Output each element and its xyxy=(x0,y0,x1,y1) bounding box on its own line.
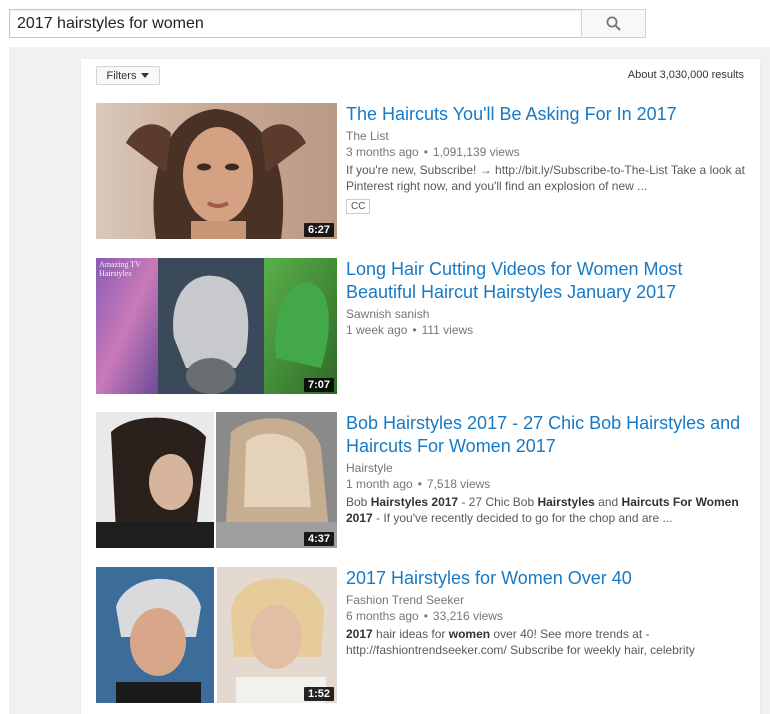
result-item: 1:52 2017 Hairstyles for Women Over 40 F… xyxy=(96,567,756,703)
video-meta: 1 month ago • 7,518 views xyxy=(346,477,491,491)
result-item: Amazing TV Hairstyles 7:07 Long Hair Cut… xyxy=(96,258,756,394)
channel-name[interactable]: Sawnish sanish xyxy=(346,307,756,322)
video-duration: 7:07 xyxy=(303,378,334,392)
upload-age: 3 months ago xyxy=(346,145,419,159)
result-item: 4:37 Bob Hairstyles 2017 - 27 Chic Bob H… xyxy=(96,412,756,548)
search-bar xyxy=(9,9,646,38)
video-title[interactable]: Long Hair Cutting Videos for Women Most … xyxy=(346,258,756,304)
video-thumbnail[interactable]: 4:37 xyxy=(96,412,337,548)
search-input[interactable] xyxy=(9,9,581,38)
video-duration: 6:27 xyxy=(303,223,334,237)
filters-button[interactable]: Filters xyxy=(96,66,160,85)
thumbnail-watermark: Amazing TV Hairstyles xyxy=(99,260,141,278)
view-count: 111 views xyxy=(421,323,474,337)
video-duration: 1:52 xyxy=(303,687,334,701)
view-count: 7,518 views xyxy=(426,477,491,491)
video-title[interactable]: 2017 Hairstyles for Women Over 40 xyxy=(346,567,756,590)
filters-label: Filters xyxy=(106,69,137,82)
view-count: 1,091,139 views xyxy=(432,145,520,159)
video-thumbnail[interactable]: 1:52 xyxy=(96,567,337,703)
upload-age: 1 week ago xyxy=(346,323,408,337)
channel-name[interactable]: Fashion Trend Seeker xyxy=(346,593,756,608)
caret-down-icon xyxy=(141,73,150,78)
result-item: 6:27 The Haircuts You'll Be Asking For I… xyxy=(96,103,756,239)
search-button[interactable] xyxy=(581,9,646,38)
video-description: Bob Hairstyles 2017 - 27 Chic Bob Hairst… xyxy=(346,495,739,525)
video-description: If you're new, Subscribe! → http://bit.l… xyxy=(346,163,745,193)
video-thumbnail[interactable]: 6:27 xyxy=(96,103,337,239)
video-description: 2017 hair ideas for women over 40! See m… xyxy=(346,627,695,657)
video-title[interactable]: The Haircuts You'll Be Asking For In 201… xyxy=(346,103,756,126)
video-thumbnail[interactable]: Amazing TV Hairstyles 7:07 xyxy=(96,258,337,394)
video-meta: 3 months ago • 1,091,139 views xyxy=(346,145,520,159)
video-duration: 4:37 xyxy=(303,532,334,546)
upload-age: 6 months ago xyxy=(346,609,419,623)
upload-age: 1 month ago xyxy=(346,477,413,491)
cc-badge: CC xyxy=(346,199,371,214)
video-meta: 1 week ago • 111 views xyxy=(346,323,474,337)
view-count: 33,216 views xyxy=(432,609,503,623)
video-title[interactable]: Bob Hairstyles 2017 - 27 Chic Bob Hairst… xyxy=(346,412,756,458)
channel-name[interactable]: Hairstyle xyxy=(346,461,756,476)
video-meta: 6 months ago • 33,216 views xyxy=(346,609,503,623)
search-icon xyxy=(606,16,621,31)
channel-name[interactable]: The List xyxy=(346,129,756,144)
results-count: About 3,030,000 results xyxy=(627,69,744,81)
